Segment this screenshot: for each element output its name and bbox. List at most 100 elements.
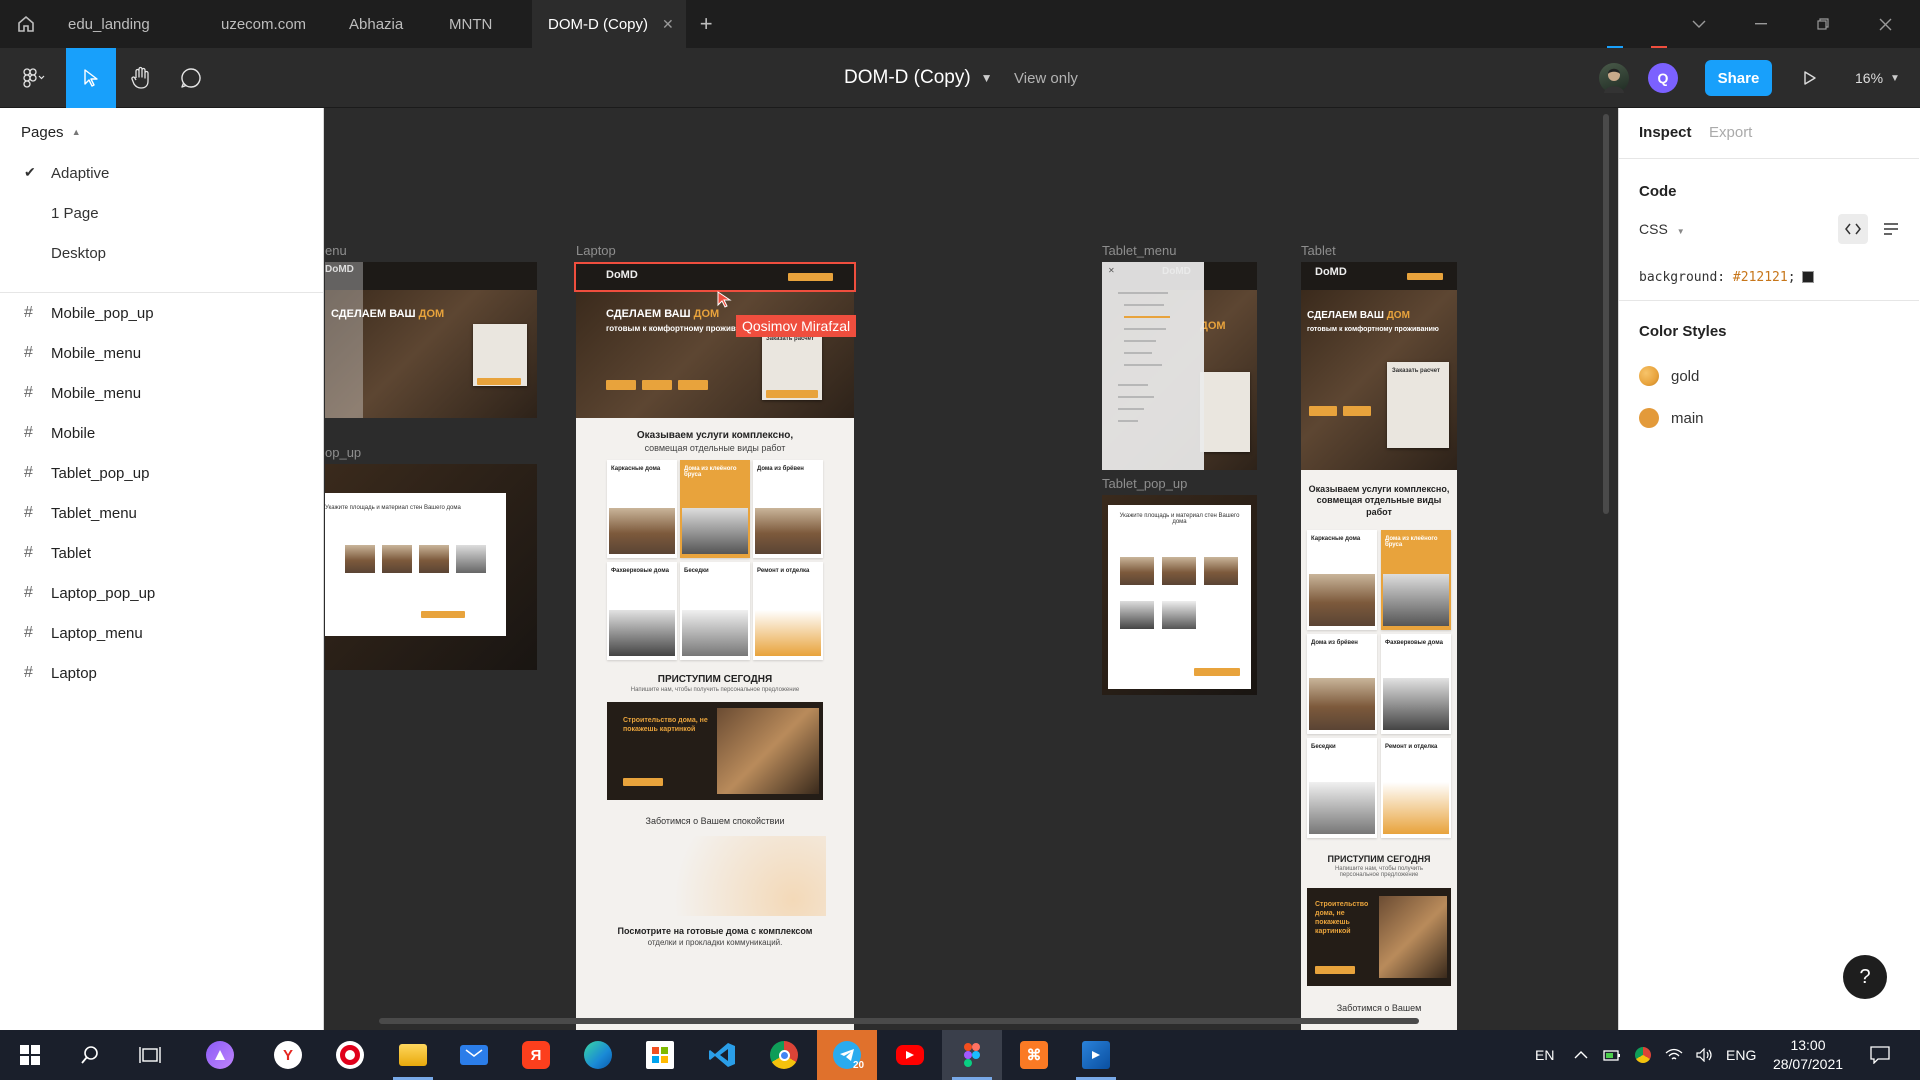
minimize-icon[interactable]	[1730, 0, 1792, 48]
submit-button[interactable]	[421, 611, 465, 618]
tab-dom-d-copy[interactable]: DOM-D (Copy) ✕	[532, 0, 686, 48]
page-desktop[interactable]: Desktop	[51, 245, 106, 262]
media-icon[interactable]	[1066, 1030, 1126, 1080]
xampp-icon[interactable]: ⌘	[1004, 1030, 1064, 1080]
service-card[interactable]: Беседки	[680, 562, 750, 660]
submit-button[interactable]	[1194, 668, 1240, 676]
new-tab-icon[interactable]: +	[686, 0, 727, 48]
layer-frame-laptop-pop-up[interactable]: # Laptop_pop_up	[24, 584, 155, 602]
layer-frame-mobile[interactable]: # Mobile	[24, 424, 95, 442]
color-style-gold[interactable]: gold	[1639, 366, 1699, 386]
service-card[interactable]: Ремонт и отделка	[753, 562, 823, 660]
frame-tablet-menu[interactable]: ДОМ DoMD ✕	[1102, 262, 1257, 470]
menu-item[interactable]	[1124, 340, 1156, 342]
chrome-tray-icon[interactable]	[1628, 1030, 1658, 1080]
task-view-icon[interactable]	[120, 1030, 180, 1080]
service-card[interactable]: Каркасные дома	[607, 460, 677, 558]
battery-icon[interactable]	[1597, 1030, 1627, 1080]
code-language-dropdown[interactable]: CSS ▼	[1639, 221, 1685, 237]
store-icon[interactable]	[630, 1030, 690, 1080]
figma-icon[interactable]	[942, 1030, 1002, 1080]
frame-laptop-popup[interactable]: Укажите площадь и материал стен Вашего д…	[325, 464, 537, 670]
search-icon[interactable]	[60, 1030, 120, 1080]
share-button[interactable]: Share	[1705, 60, 1772, 96]
language-short[interactable]: EN	[1535, 1030, 1554, 1080]
frame-tablet-popup[interactable]: Укажите площадь и материал стен Вашего д…	[1102, 495, 1257, 695]
list-view-icon[interactable]	[1876, 214, 1906, 244]
service-card[interactable]: Дома из брёвен	[1307, 634, 1377, 734]
chevron-down-icon[interactable]	[1668, 0, 1730, 48]
layer-frame-mobile-menu[interactable]: # Mobile_menu	[24, 344, 141, 362]
frame-laptop-menu[interactable]: СДЕЛАЕМ ВАШ ДОМ DoMD	[325, 262, 537, 418]
layer-frame-tablet[interactable]: # Tablet	[24, 544, 91, 562]
volume-icon[interactable]	[1690, 1030, 1720, 1080]
pages-heading[interactable]: Pages ▲	[21, 124, 81, 141]
file-explorer-icon[interactable]	[383, 1030, 443, 1080]
promo-button[interactable]	[1315, 966, 1355, 974]
vertical-scrollbar[interactable]	[1603, 114, 1609, 514]
page-adaptive[interactable]: Adaptive	[51, 165, 109, 182]
promo-button[interactable]	[623, 778, 663, 786]
layer-frame-laptop-menu[interactable]: # Laptop_menu	[24, 624, 143, 642]
tab-inspect[interactable]: Inspect	[1639, 124, 1692, 141]
service-card[interactable]: Дома из клеёного бруса	[680, 460, 750, 558]
service-card[interactable]: Дома из клеёного бруса	[1381, 530, 1451, 630]
horizontal-scrollbar[interactable]	[379, 1018, 1419, 1024]
hero-option[interactable]	[606, 380, 636, 390]
help-button[interactable]: ?	[1843, 955, 1887, 999]
telegram-icon[interactable]: 20	[817, 1030, 877, 1080]
page-1-page[interactable]: 1 Page	[51, 205, 99, 222]
mail-icon[interactable]	[444, 1030, 504, 1080]
menu-item[interactable]	[1118, 396, 1154, 398]
hero-option[interactable]	[1343, 406, 1371, 416]
frame-label-tablet-menu[interactable]: Tablet_menu	[1102, 243, 1176, 258]
frame-tablet[interactable]: DoMD СДЕЛАЕМ ВАШ ДОМ готовым к комфортном…	[1301, 262, 1457, 1030]
order-button[interactable]	[766, 390, 818, 398]
tab-uzecom[interactable]: uzecom.com	[200, 0, 334, 48]
user-avatar-photo[interactable]	[1599, 63, 1629, 93]
service-card[interactable]: Дома из брёвен	[753, 460, 823, 558]
tab-mntn[interactable]: MNTN	[434, 0, 532, 48]
tab-edu-landing[interactable]: edu_landing	[52, 0, 200, 48]
home-icon[interactable]	[0, 0, 52, 48]
layer-frame-tablet-menu[interactable]: # Tablet_menu	[24, 504, 137, 522]
comment-tool-icon[interactable]	[166, 48, 216, 108]
service-card[interactable]: Беседки	[1307, 738, 1377, 838]
alice-icon[interactable]	[190, 1030, 250, 1080]
hand-tool-icon[interactable]	[116, 48, 166, 108]
frame-laptop[interactable]: DoMD СДЕЛАЕМ ВАШ ДОМ готовым к комфортном…	[576, 262, 854, 1030]
menu-item[interactable]	[1118, 292, 1168, 294]
opera-icon[interactable]	[320, 1030, 380, 1080]
edge-icon[interactable]	[568, 1030, 628, 1080]
frame-label-laptop-menu[interactable]: enu	[325, 243, 347, 258]
move-tool-icon[interactable]	[66, 48, 116, 108]
layer-frame-mobile-menu[interactable]: # Mobile_menu	[24, 384, 141, 402]
frame-label-laptop-popup[interactable]: op_up	[325, 445, 361, 460]
tab-abhazia[interactable]: Abhazia	[334, 0, 434, 48]
user-avatar-initial[interactable]: Q	[1648, 63, 1678, 93]
hero-option[interactable]	[642, 380, 672, 390]
menu-item[interactable]	[1118, 408, 1144, 410]
layer-frame-tablet-pop-up[interactable]: # Tablet_pop_up	[24, 464, 149, 482]
menu-item[interactable]	[1124, 316, 1170, 318]
restore-icon[interactable]	[1792, 0, 1854, 48]
service-card[interactable]: Каркасные дома	[1307, 530, 1377, 630]
zoom-dropdown[interactable]: 16% ▼	[1855, 48, 1900, 108]
window-close-icon[interactable]	[1854, 0, 1916, 48]
service-card[interactable]: Ремонт и отделка	[1381, 738, 1451, 838]
menu-item[interactable]	[1124, 304, 1164, 306]
frame-label-tablet-popup[interactable]: Tablet_pop_up	[1102, 476, 1187, 491]
document-title[interactable]: DOM-D (Copy) ▼	[844, 48, 993, 108]
chrome-icon[interactable]	[754, 1030, 814, 1080]
layer-frame-laptop[interactable]: # Laptop	[24, 664, 97, 682]
service-card[interactable]: Фахверковые дома	[1381, 634, 1451, 734]
color-style-main[interactable]: main	[1639, 408, 1704, 428]
layer-frame-mobile-pop-up[interactable]: # Mobile_pop_up	[24, 304, 154, 322]
menu-item[interactable]	[1124, 328, 1166, 330]
windows-start-icon[interactable]	[0, 1030, 60, 1080]
figma-menu-icon[interactable]	[10, 48, 56, 108]
close-icon[interactable]: ✕	[662, 16, 674, 33]
service-card[interactable]: Фахверковые дома	[607, 562, 677, 660]
menu-item[interactable]	[1124, 352, 1152, 354]
close-icon[interactable]: ✕	[1108, 266, 1115, 275]
